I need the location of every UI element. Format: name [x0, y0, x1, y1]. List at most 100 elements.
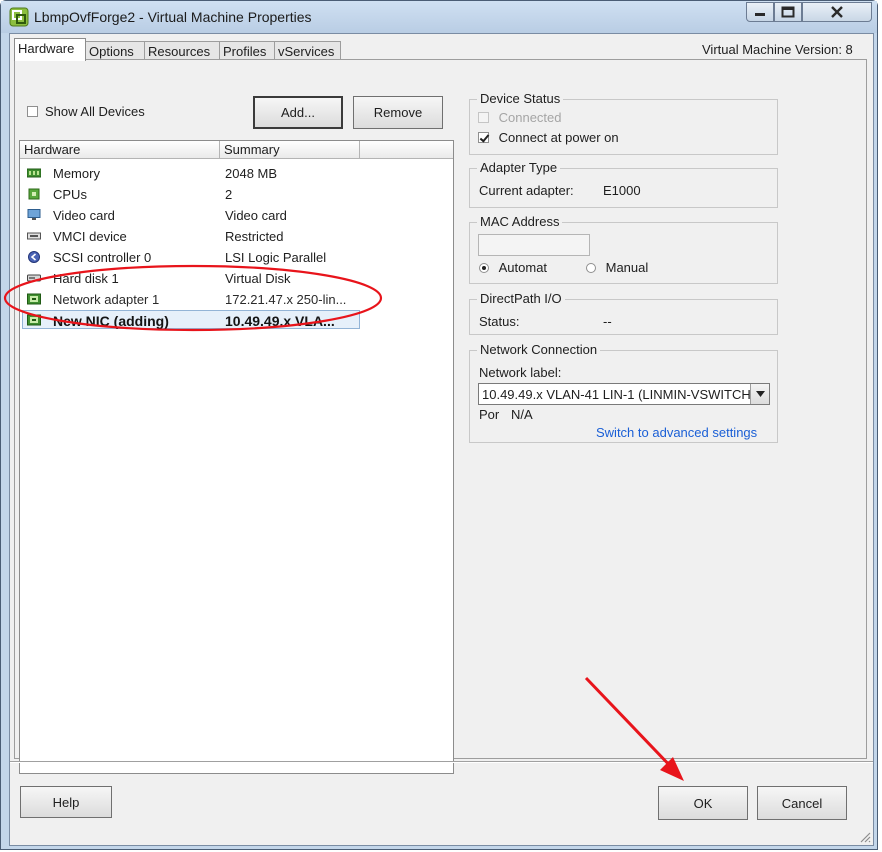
mac-automatic-radio[interactable]: Automat — [479, 260, 547, 275]
maximize-button[interactable] — [774, 2, 802, 22]
hardware-row-summary: 2 — [225, 187, 233, 202]
mac-manual-label: Manual — [605, 260, 649, 275]
mac-address-legend: MAC Address — [477, 214, 563, 229]
remove-device-button[interactable]: Remove — [353, 96, 443, 129]
mac-address-input[interactable] — [478, 234, 590, 256]
show-all-devices-checkbox[interactable]: Show All Devices — [27, 104, 145, 119]
chevron-down-icon — [755, 391, 765, 397]
hardware-row-name: SCSI controller 0 — [53, 250, 152, 265]
network-adapter-icon — [27, 293, 41, 305]
mac-manual-radio-dot[interactable] — [586, 263, 596, 273]
hardware-row-memory[interactable]: Memory 2048 MB — [20, 163, 453, 184]
hardware-row-summary: 10.49.49.x VLA... — [225, 313, 335, 329]
mac-manual-radio[interactable]: Manual — [586, 260, 648, 275]
resize-grip-icon[interactable] — [859, 831, 871, 843]
column-header-hardware[interactable]: Hardware — [20, 141, 220, 159]
hardware-row-network-adapter-1[interactable]: Network adapter 1 172.21.47.x 250-lin... — [20, 289, 453, 310]
directpath-io-group: DirectPath I/O Status: -- — [469, 291, 778, 335]
minimize-button[interactable] — [746, 2, 774, 22]
mac-automatic-radio-dot[interactable] — [479, 263, 489, 273]
hardware-row-summary: Virtual Disk — [225, 271, 291, 286]
hardware-row-name: VMCI device — [53, 229, 127, 244]
network-label-select[interactable]: 10.49.49.x VLAN-41 LIN-1 (LINMIN-VSWITCH — [478, 383, 770, 405]
network-connection-legend: Network Connection — [477, 342, 601, 357]
current-adapter-value: E1000 — [603, 183, 641, 198]
scsi-controller-icon — [28, 251, 40, 263]
vsphere-app-icon — [9, 7, 29, 27]
hardware-list-header: Hardware Summary — [20, 141, 453, 159]
dropdown-arrow[interactable] — [750, 384, 769, 404]
show-all-devices-check[interactable] — [27, 106, 38, 117]
monitor-icon — [27, 209, 41, 220]
hardware-row-name: Memory — [53, 166, 100, 181]
mac-address-group: MAC Address Automat Manual — [469, 214, 778, 284]
directpath-status-label: Status: — [479, 314, 520, 329]
title-bar[interactable]: LbmpOvfForge2 - Virtual Machine Properti… — [1, 1, 877, 33]
hardware-row-name: Hard disk 1 — [53, 271, 119, 286]
tab-profiles[interactable]: Profiles — [219, 41, 275, 60]
connect-at-power-on-label: Connect at power on — [498, 130, 619, 145]
hardware-row-name: CPUs — [53, 187, 87, 202]
device-status-group: Device Status Connected Connect at power… — [469, 91, 778, 155]
minimize-icon — [755, 13, 765, 16]
hardware-list[interactable]: Hardware Summary Memory 2048 MB CPUs 2 V… — [19, 140, 454, 774]
hardware-row-video-card[interactable]: Video card Video card — [20, 205, 453, 226]
tab-hardware[interactable]: Hardware — [14, 38, 86, 61]
adapter-type-legend: Adapter Type — [477, 160, 561, 175]
network-label-value: 10.49.49.x VLAN-41 LIN-1 (LINMIN-VSWITCH — [482, 387, 751, 402]
directpath-io-legend: DirectPath I/O — [477, 291, 565, 306]
switch-to-advanced-settings-link[interactable]: Switch to advanced settings — [596, 425, 757, 440]
connect-at-power-on-checkbox[interactable]: Connect at power on — [478, 130, 619, 145]
cpu-icon — [28, 188, 40, 200]
hardware-row-summary: LSI Logic Parallel — [225, 250, 327, 265]
column-header-summary[interactable]: Summary — [220, 141, 360, 159]
hardware-row-name: Video card — [53, 208, 115, 223]
hardware-row-summary: 172.21.47.x 250-lin... — [225, 292, 347, 307]
cancel-button[interactable]: Cancel — [757, 786, 847, 820]
vm-properties-window: LbmpOvfForge2 - Virtual Machine Properti… — [0, 0, 878, 850]
tab-vservices[interactable]: vServices — [274, 41, 341, 60]
vmci-icon — [27, 232, 41, 240]
adapter-type-group: Adapter Type Current adapter: E1000 — [469, 160, 778, 208]
hardware-row-scsi-controller[interactable]: SCSI controller 0 LSI Logic Parallel — [20, 247, 453, 268]
network-label-caption: Network label: — [479, 365, 562, 380]
hardware-row-vmci[interactable]: VMCI device Restricted — [20, 226, 453, 247]
network-connection-group: Network Connection Network label: 10.49.… — [469, 342, 778, 443]
hardware-row-summary: Restricted — [225, 229, 284, 244]
close-icon — [831, 6, 843, 18]
add-device-button[interactable]: Add... — [253, 96, 343, 129]
connected-label: Connected — [498, 110, 562, 125]
close-window-button[interactable] — [802, 2, 872, 22]
port-label: Por — [479, 407, 500, 422]
show-all-devices-label: Show All Devices — [45, 104, 145, 119]
connect-at-power-on-check[interactable] — [478, 132, 489, 143]
mac-automatic-label: Automat — [498, 260, 548, 275]
current-adapter-label: Current adapter: — [479, 183, 574, 198]
hardware-row-hard-disk[interactable]: Hard disk 1 Virtual Disk — [20, 268, 453, 289]
help-button[interactable]: Help — [20, 786, 112, 818]
maximize-icon — [781, 6, 795, 18]
hardware-row-cpus[interactable]: CPUs 2 — [20, 184, 453, 205]
tab-resources[interactable]: Resources — [144, 41, 220, 60]
network-adapter-icon — [27, 314, 41, 326]
memory-icon — [27, 168, 41, 178]
window-title: LbmpOvfForge2 - Virtual Machine Properti… — [34, 9, 312, 25]
device-status-legend: Device Status — [477, 91, 564, 106]
hard-disk-icon — [27, 274, 41, 282]
dialog-client-area: Hardware Options Resources Profiles vSer… — [9, 33, 874, 846]
directpath-status-value: -- — [603, 314, 612, 329]
connected-checkbox[interactable]: Connected — [478, 110, 562, 125]
hardware-row-name: Network adapter 1 — [53, 292, 160, 307]
hardware-row-summary: Video card — [225, 208, 287, 223]
ok-button[interactable]: OK — [658, 786, 748, 820]
vm-version-label: Virtual Machine Version: 8 — [702, 42, 853, 57]
hardware-row-summary: 2048 MB — [225, 166, 278, 181]
hardware-row-name: New NIC (adding) — [53, 313, 169, 329]
footer-separator — [10, 761, 873, 763]
hardware-tab-panel: Show All Devices Add... Remove Hardware … — [14, 59, 867, 774]
hardware-row-new-nic[interactable]: New NIC (adding) 10.49.49.x VLA... — [20, 310, 453, 331]
column-header-spacer — [360, 141, 453, 159]
port-value: N/A — [511, 407, 533, 422]
connected-check[interactable] — [478, 112, 489, 123]
tab-options[interactable]: Options — [85, 41, 145, 60]
